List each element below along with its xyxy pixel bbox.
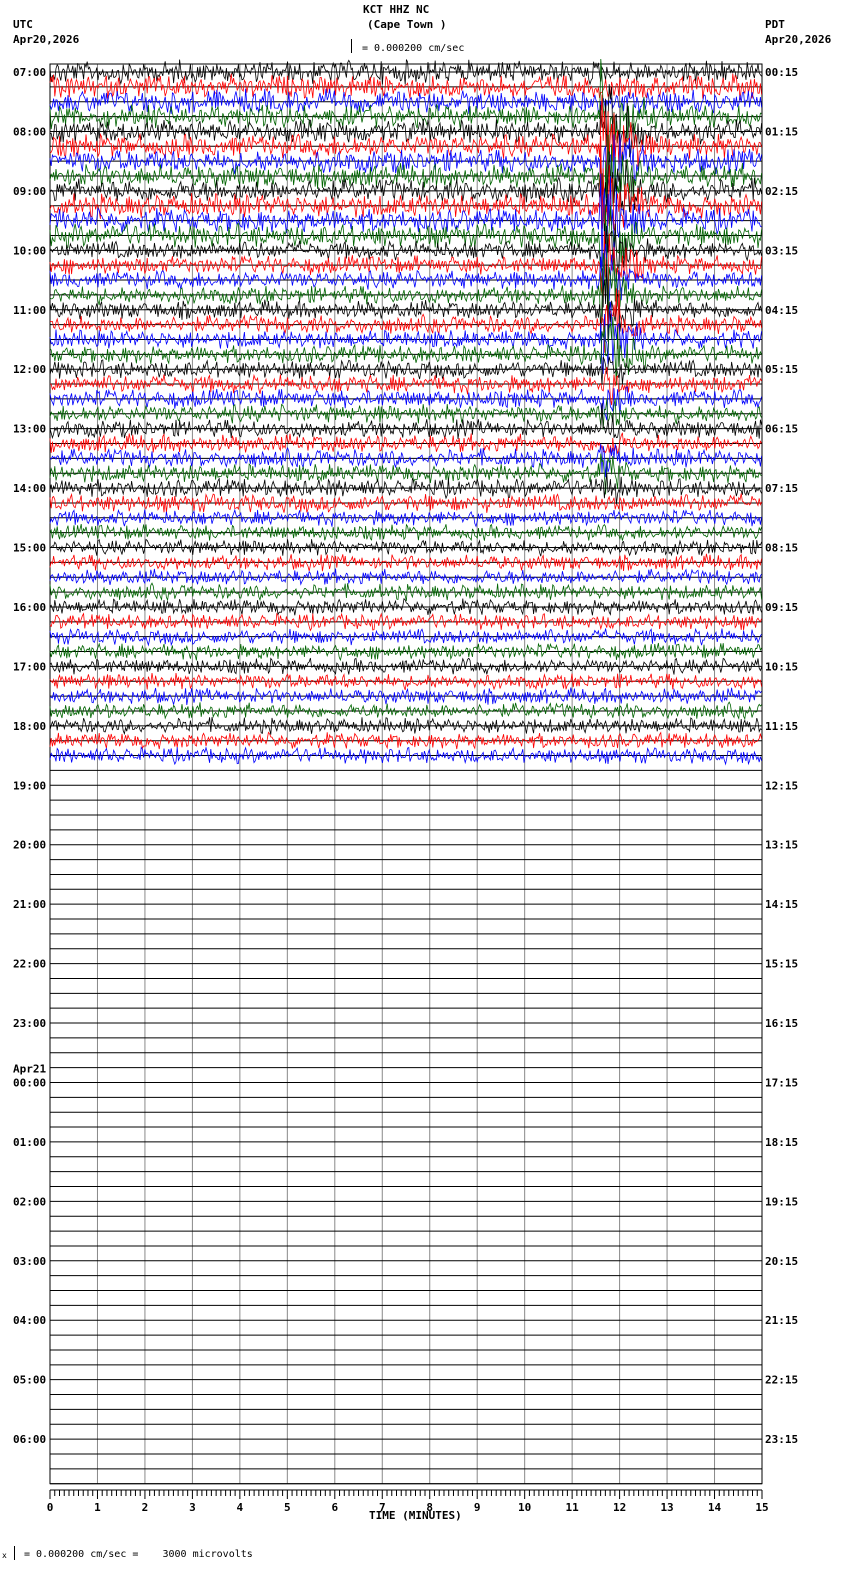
utc-hour-label: 05:00: [13, 1374, 46, 1387]
x-tick-label: 9: [474, 1501, 481, 1514]
x-tick-label: 6: [331, 1501, 338, 1514]
pdt-hour-label: 07:15: [765, 482, 798, 495]
pdt-hour-label: 15:15: [765, 958, 798, 971]
utc-hour-label: 10:00: [13, 244, 46, 257]
utc-hour-label: 21:00: [13, 898, 46, 911]
pdt-hour-label: 04:15: [765, 304, 798, 317]
utc-hour-label: 17:00: [13, 660, 46, 673]
x-tick-label: 13: [660, 1501, 673, 1514]
pdt-hour-label: 13:15: [765, 839, 798, 852]
seismic-trace: [49, 386, 762, 421]
utc-hour-label: 14:00: [13, 482, 46, 495]
x-tick-label: 11: [566, 1501, 580, 1514]
utc-hour-label: 03:00: [13, 1255, 46, 1268]
utc-hour-label: 15:00: [13, 542, 46, 555]
x-tick-label: 14: [708, 1501, 722, 1514]
pdt-hour-label: 12:15: [765, 779, 798, 792]
utc-hour-label: 00:00: [13, 1076, 46, 1089]
utc-hour-label: 19:00: [13, 779, 46, 792]
x-tick-label: 5: [284, 1501, 291, 1514]
pdt-hour-label: 11:15: [765, 720, 798, 733]
pdt-hour-label: 10:15: [765, 660, 798, 673]
pdt-hour-label: 01:15: [765, 125, 798, 138]
pdt-hour-label: 20:15: [765, 1255, 798, 1268]
date-change-label: Apr21: [13, 1062, 46, 1075]
utc-hour-label: 09:00: [13, 185, 46, 198]
footer-scale-text: = 0.000200 cm/sec = 3000 microvolts: [24, 1549, 253, 1560]
x-tick-label: 1: [94, 1501, 101, 1514]
seismic-trace: [49, 94, 762, 186]
utc-hour-label: 04:00: [13, 1314, 46, 1327]
utc-hour-label: 07:00: [13, 66, 46, 79]
x-tick-label: 10: [518, 1501, 531, 1514]
utc-hour-label: 20:00: [13, 839, 46, 852]
pdt-hour-label: 05:15: [765, 363, 798, 376]
pdt-hour-label: 19:15: [765, 1195, 798, 1208]
utc-hour-label: 01:00: [13, 1136, 46, 1149]
seismic-trace: [49, 301, 762, 374]
pdt-hour-label: 21:15: [765, 1314, 798, 1327]
pdt-hour-label: 18:15: [765, 1136, 798, 1149]
pdt-hour-label: 08:15: [765, 542, 798, 555]
utc-hour-label: 18:00: [13, 720, 46, 733]
seismic-trace: [49, 432, 762, 457]
pdt-hour-label: 23:15: [765, 1433, 798, 1446]
utc-hour-label: 06:00: [13, 1433, 46, 1446]
pdt-hour-label: 14:15: [765, 898, 798, 911]
pdt-hour-label: 16:15: [765, 1017, 798, 1030]
pdt-hour-label: 09:15: [765, 601, 798, 614]
seismogram-plot: 07:00 08:00 09:00 10:00 11:00 12:00 13:00 14:00…: [13, 58, 798, 1514]
utc-hour-label: 08:00: [13, 125, 46, 138]
pdt-hour-label: 00:15: [765, 66, 798, 79]
pdt-hour-label: 06:15: [765, 423, 798, 436]
utc-hour-label: 16:00: [13, 601, 46, 614]
pdt-hour-label: 02:15: [765, 185, 798, 198]
utc-hour-label: 12:00: [13, 363, 46, 376]
utc-hour-label: 23:00: [13, 1017, 46, 1030]
x-tick-label: 4: [237, 1501, 244, 1514]
utc-hour-label: 22:00: [13, 958, 46, 971]
x-tick-label: 12: [613, 1501, 626, 1514]
utc-hour-label: 02:00: [13, 1195, 46, 1208]
x-tick-label: 0: [47, 1501, 54, 1514]
seismic-trace: [49, 403, 762, 440]
x-tick-label: 2: [142, 1501, 149, 1514]
seismic-trace: [49, 356, 762, 385]
seismic-trace: [49, 136, 762, 233]
seismic-trace: [49, 701, 762, 721]
utc-hour-label: 11:00: [13, 304, 46, 317]
footer-scale-bar-icon: [14, 1546, 15, 1560]
x-tick-label: 3: [189, 1501, 196, 1514]
pdt-hour-label: 03:15: [765, 244, 798, 257]
x-tick-label: 15: [755, 1501, 768, 1514]
pdt-hour-label: 22:15: [765, 1374, 798, 1387]
x-axis-label: TIME (MINUTES): [369, 1509, 462, 1522]
footer-mark: x: [2, 1551, 7, 1560]
utc-hour-label: 13:00: [13, 423, 46, 436]
pdt-hour-label: 17:15: [765, 1076, 798, 1089]
